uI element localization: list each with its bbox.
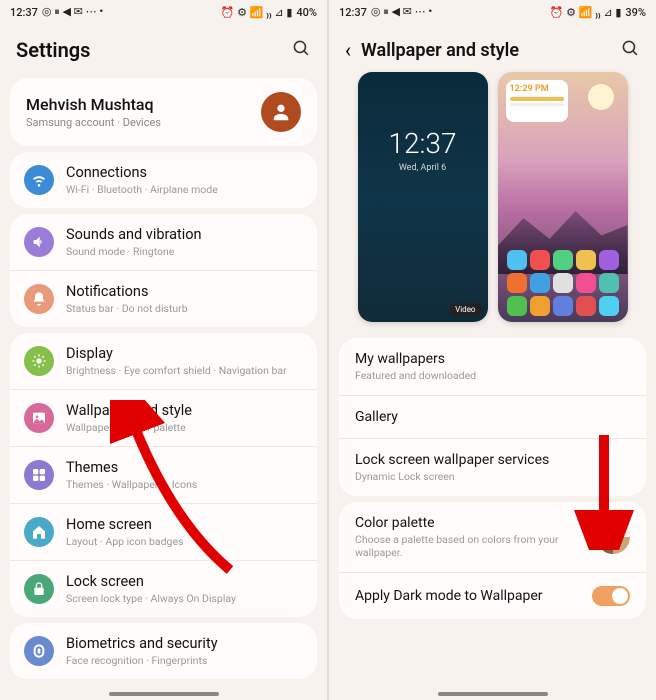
status-bar: 12:37 ◎ ⏸ ◀ ✉ ⋯ • ⏰ ⚙ 📶 ₎₎ ⊿ ▮ 39% (329, 0, 656, 24)
home-icon (24, 517, 54, 547)
settings-row-image[interactable]: Wallpaper and style Wallpapers · Color pa… (10, 389, 317, 446)
status-bar: 12:37 ◎ ⏸ ◀ ✉ ⋯ • ⏰ ⚙ 📶 ₎₎ ⊿ ▮ 40% (0, 0, 327, 24)
wallpaper-option[interactable]: Lock screen wallpaper services Dynamic Lo… (339, 438, 646, 496)
status-time: 12:37 (10, 6, 38, 19)
status-time: 12:37 (339, 6, 367, 19)
row-sub: Screen lock type · Always On Display (66, 592, 236, 605)
row-title: Biometrics and security (66, 635, 218, 652)
option-sub: Choose a palette based on colors from yo… (355, 533, 596, 559)
sound-icon (24, 227, 54, 257)
app-icons (502, 250, 624, 316)
settings-row-sun[interactable]: Display Brightness · Eye comfort shield ·… (10, 333, 317, 389)
lock-date: Wed, April 6 (399, 163, 446, 173)
settings-group: Biometrics and security Face recognition … (10, 623, 317, 679)
settings-row-sound[interactable]: Sounds and vibration Sound mode · Rington… (10, 214, 317, 270)
homescreen-preview[interactable]: 12:29 PM (498, 72, 628, 322)
option-sub: Featured and downloaded (355, 369, 630, 382)
color-palette-card: Color palette Choose a palette based on … (339, 502, 646, 619)
video-badge: Video (449, 303, 481, 316)
row-sub: Themes · Wallpapers · Icons (66, 478, 197, 491)
avatar[interactable] (261, 92, 301, 132)
search-icon[interactable] (621, 39, 640, 62)
dark-mode-toggle[interactable] (592, 586, 630, 606)
finger-icon (24, 636, 54, 666)
nav-indicator (109, 692, 219, 696)
page-title: Settings (16, 38, 90, 62)
wallpaper-option[interactable]: Gallery (339, 395, 646, 438)
row-sub: Brightness · Eye comfort shield · Naviga… (66, 364, 287, 377)
status-icons-left: ◎ ⏸ ◀ ✉ ⋯ • (42, 5, 103, 19)
row-title: Sounds and vibration (66, 226, 202, 243)
row-title: Home screen (66, 516, 183, 533)
settings-group: Display Brightness · Eye comfort shield ·… (10, 333, 317, 617)
page-title: Wallpaper and style (361, 40, 519, 61)
sun-icon (24, 346, 54, 376)
row-sub: Wallpapers · Color palette (66, 421, 192, 434)
row-sub: Wi-Fi · Bluetooth · Airplane mode (66, 183, 218, 196)
settings-row-lock[interactable]: Lock screen Screen lock type · Always On … (10, 560, 317, 617)
settings-group: Connections Wi-Fi · Bluetooth · Airplane … (10, 152, 317, 208)
row-title: Display (66, 345, 287, 362)
wifi-icon (24, 165, 54, 195)
lockscreen-preview[interactable]: 12:37 Wed, April 6 Video (358, 72, 488, 322)
lock-icon (24, 574, 54, 604)
settings-group: Sounds and vibration Sound mode · Rington… (10, 214, 317, 327)
settings-row-theme[interactable]: Themes Themes · Wallpapers · Icons (10, 446, 317, 503)
option-title: Color palette (355, 515, 596, 531)
row-title: Themes (66, 459, 197, 476)
option-title: Gallery (355, 409, 630, 425)
back-icon[interactable]: ‹ (345, 38, 351, 62)
bell-icon (24, 284, 54, 314)
account-sub: Samsung account · Devices (26, 116, 161, 129)
row-title: Lock screen (66, 573, 236, 590)
wallpaper-options-card: My wallpapers Featured and downloaded Gall… (339, 338, 646, 496)
option-title: Apply Dark mode to Wallpaper (355, 588, 543, 604)
row-title: Notifications (66, 283, 188, 300)
option-title: My wallpapers (355, 351, 630, 367)
settings-row-home[interactable]: Home screen Layout · App icon badges (10, 503, 317, 560)
battery-pct: 39% (625, 6, 646, 19)
account-name: Mehvish Mushtaq (26, 95, 161, 114)
search-icon[interactable] (292, 39, 311, 62)
status-icons-right: ⏰ ⚙ 📶 ₎₎ ⊿ ▮ (550, 6, 622, 19)
wallpaper-option[interactable]: My wallpapers Featured and downloaded (339, 338, 646, 395)
status-icons-left: ◎ ⏸ ◀ ✉ ⋯ • (371, 5, 432, 19)
row-title: Wallpaper and style (66, 402, 192, 419)
settings-screen: 12:37 ◎ ⏸ ◀ ✉ ⋯ • ⏰ ⚙ 📶 ₎₎ ⊿ ▮ 40% Setti… (0, 0, 327, 700)
account-card[interactable]: Mehvish Mushtaq Samsung account · Device… (10, 78, 317, 146)
row-title: Connections (66, 164, 218, 181)
nav-indicator (438, 692, 548, 696)
palette-preview-icon (596, 520, 630, 554)
dark-mode-row[interactable]: Apply Dark mode to Wallpaper (339, 572, 646, 619)
battery-pct: 40% (296, 6, 317, 19)
image-icon (24, 403, 54, 433)
lock-time: 12:37 (388, 127, 456, 160)
option-title: Lock screen wallpaper services (355, 452, 630, 468)
settings-row-finger[interactable]: Biometrics and security Face recognition … (10, 623, 317, 679)
row-sub: Status bar · Do not disturb (66, 302, 188, 315)
clock-widget: 12:29 PM (506, 80, 568, 122)
row-sub: Sound mode · Ringtone (66, 245, 202, 258)
status-icons-right: ⏰ ⚙ 📶 ₎₎ ⊿ ▮ (221, 6, 293, 19)
row-sub: Face recognition · Fingerprints (66, 654, 218, 667)
settings-row-wifi[interactable]: Connections Wi-Fi · Bluetooth · Airplane … (10, 152, 317, 208)
option-sub: Dynamic Lock screen (355, 470, 630, 483)
row-sub: Layout · App icon badges (66, 535, 183, 548)
wallpaper-style-screen: 12:37 ◎ ⏸ ◀ ✉ ⋯ • ⏰ ⚙ 📶 ₎₎ ⊿ ▮ 39% ‹ Wal… (329, 0, 656, 700)
weather-icon (588, 84, 614, 110)
settings-row-bell[interactable]: Notifications Status bar · Do not disturb (10, 270, 317, 327)
theme-icon (24, 460, 54, 490)
color-palette-row[interactable]: Color palette Choose a palette based on … (339, 502, 646, 572)
